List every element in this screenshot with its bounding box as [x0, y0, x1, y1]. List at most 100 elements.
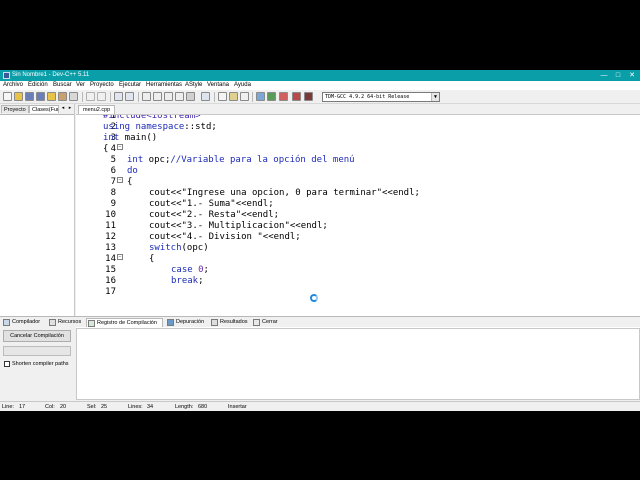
maximize-button[interactable]: □ [612, 71, 624, 80]
code-line: cout<<"4.- Division "<<endl; [149, 232, 301, 242]
close-all-icon[interactable] [69, 92, 78, 101]
check-syntax-icon[interactable] [267, 92, 276, 101]
tab-recursos[interactable]: Recursos [48, 318, 81, 327]
tab-label: Depuración [176, 319, 205, 325]
fold-marker-icon[interactable]: − [117, 177, 123, 183]
code-line: int main() [103, 133, 157, 144]
minimize-button[interactable]: — [598, 71, 610, 80]
rebuild-all-icon[interactable] [292, 92, 301, 101]
code-token: int [127, 155, 144, 165]
tab-menu2-cpp[interactable]: menu2.cpp [78, 105, 116, 114]
add-file-icon[interactable] [229, 92, 238, 101]
compile-progress-bar [3, 346, 71, 356]
code-token: opc; [143, 155, 171, 165]
unindent-icon[interactable] [153, 92, 162, 101]
code-comment: //Variable para la opción del menú [170, 155, 355, 165]
code-token: switch [149, 243, 182, 253]
toolbar-separator [138, 92, 139, 102]
code-line: { [149, 254, 155, 264]
open-folder-icon[interactable] [14, 92, 23, 101]
menu-ver[interactable]: Ver [76, 82, 85, 88]
code-line: cout<<"1.- Suma"<<endl; [149, 199, 274, 209]
loading-spinner-icon [310, 294, 318, 302]
code-line: { [103, 144, 109, 154]
code-line: cout<<"3.- Multiplicacion"<<endl; [149, 221, 328, 231]
profile-icon[interactable] [304, 92, 313, 101]
line-number: 8 [110, 188, 116, 198]
code-token: break [171, 276, 199, 286]
code-token: ; [198, 276, 204, 286]
menu-proyecto[interactable]: Proyecto [90, 82, 114, 88]
toolbar-separator [252, 92, 253, 102]
tab-resultados[interactable]: Resultados [210, 318, 248, 327]
menu-edicion[interactable]: Edición [28, 82, 48, 88]
goto-bookmark-icon[interactable] [186, 92, 195, 101]
code-line: do [127, 166, 138, 176]
compile-icon[interactable] [256, 92, 265, 101]
status-col-value: 20 [60, 404, 67, 410]
log-icon [88, 320, 95, 327]
line-number: 16 [105, 276, 116, 286]
toolbar-separator [214, 92, 215, 102]
tab-label: Recursos [58, 319, 82, 325]
cancel-compilation-button[interactable]: Cancelar Compilación [3, 330, 71, 342]
compiler-select[interactable]: TDM-GCC 4.9.2 64-bit Release ▼ [322, 92, 440, 102]
tab-compilador[interactable]: Compilador [2, 318, 40, 327]
status-sel-value: 25 [101, 404, 108, 410]
tab-cerrar[interactable]: Cerrar [252, 318, 278, 327]
goto-line-icon[interactable] [201, 92, 210, 101]
remove-file-icon[interactable] [240, 92, 249, 101]
fold-marker-icon[interactable]: − [117, 144, 123, 150]
line-number: 17 [105, 287, 116, 297]
menu-buscar[interactable]: Buscar [53, 82, 72, 88]
fold-marker-icon[interactable]: − [117, 254, 123, 260]
tab-depuracion[interactable]: Depuración [166, 318, 204, 327]
menu-ayuda[interactable]: Ayuda [234, 82, 251, 88]
tab-scroll-left-icon[interactable]: ◂ [60, 105, 66, 112]
compile-log-output[interactable] [76, 328, 640, 400]
status-line-label: Line: [2, 404, 14, 410]
shorten-paths-checkbox[interactable] [4, 361, 10, 367]
window-title: Sin Nombre1 - Dev-C++ 5.11 [12, 72, 90, 78]
shorten-paths-label: Shorten compiler paths [12, 361, 69, 367]
status-line-value: 17 [19, 404, 26, 410]
print-icon[interactable] [58, 92, 67, 101]
code-line: { [127, 177, 133, 187]
new-project-icon[interactable] [218, 92, 227, 101]
undo-icon[interactable] [86, 92, 95, 101]
save-all-icon[interactable] [36, 92, 45, 101]
stop-execution-icon[interactable] [279, 92, 288, 101]
toggle-bookmark-icon[interactable] [175, 92, 184, 101]
code-token: int [103, 133, 120, 143]
menu-archivo[interactable]: Archivo [3, 82, 23, 88]
chevron-down-icon[interactable]: ▼ [431, 93, 439, 101]
tab-label: Compilador [12, 319, 41, 325]
save-icon[interactable] [25, 92, 34, 101]
line-number: 12 [105, 232, 116, 242]
tab-registro-compilacion[interactable]: Registro de Compilación [86, 318, 163, 327]
code-token: using namespace [103, 122, 185, 132]
new-file-icon[interactable] [3, 92, 12, 101]
close-window-button[interactable]: ✕ [626, 71, 638, 80]
menu-herramientas[interactable]: Herramientas [146, 82, 182, 88]
status-length-value: 680 [198, 404, 208, 410]
replace-icon[interactable] [125, 92, 134, 101]
code-token: ; [203, 265, 209, 275]
compiler-icon [3, 319, 10, 326]
find-icon[interactable] [114, 92, 123, 101]
toggle-comment-icon[interactable] [164, 92, 173, 101]
menu-ventana[interactable]: Ventana [207, 82, 229, 88]
tab-clases[interactable]: Clases(Fun [29, 105, 59, 113]
tab-proyecto[interactable]: Proyecto [1, 105, 29, 113]
close-file-icon[interactable] [47, 92, 56, 101]
redo-icon[interactable] [97, 92, 106, 101]
tab-scroll-right-icon[interactable]: ▸ [67, 105, 73, 112]
status-insert-mode: Insertar [228, 404, 247, 410]
code-line: cout<<"Ingrese una opcion, 0 para termin… [149, 188, 420, 198]
menu-astyle[interactable]: AStyle [185, 82, 202, 88]
line-number: 5 [110, 155, 116, 165]
close-panel-icon [253, 319, 260, 326]
indent-icon[interactable] [142, 92, 151, 101]
menu-ejecutar[interactable]: Ejecutar [119, 82, 141, 88]
code-line: using namespace::std; [103, 122, 217, 133]
